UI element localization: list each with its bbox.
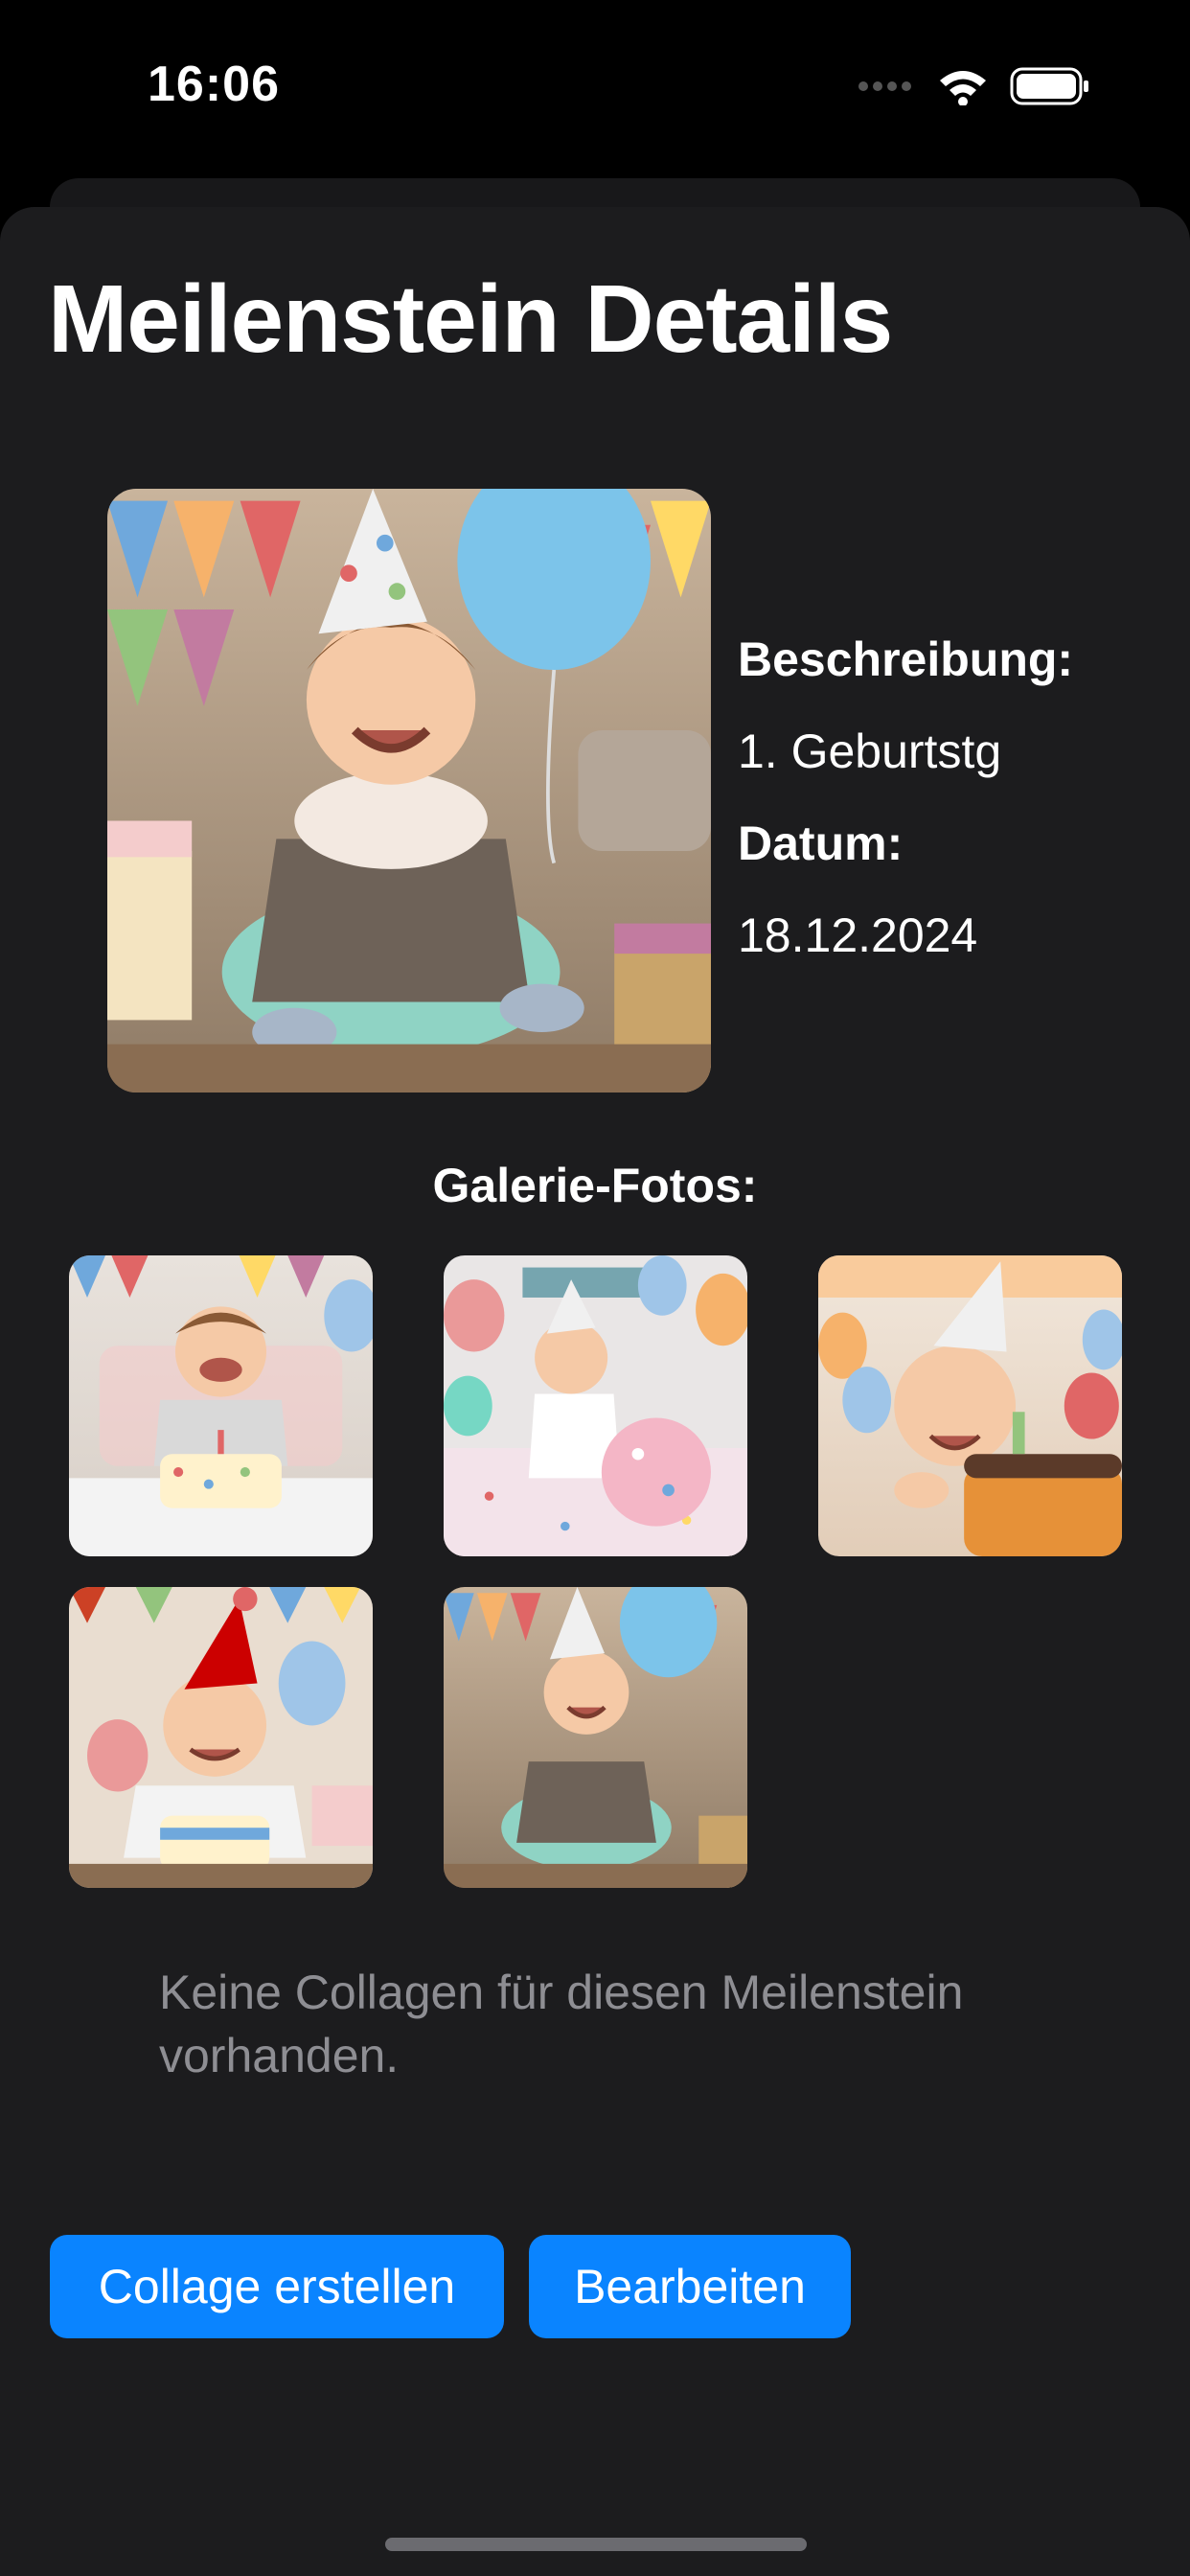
date-value: 18.12.2024 (738, 908, 978, 962)
create-collage-label: Collage erstellen (98, 2260, 456, 2313)
create-collage-button[interactable]: Collage erstellen (50, 2235, 504, 2338)
gallery-photo[interactable] (69, 1255, 373, 1556)
baby-birthday-illustration (107, 489, 711, 1092)
baby-birthday-illustration (444, 1587, 747, 1888)
milestone-main-photo[interactable] (107, 489, 711, 1092)
battery-icon (1010, 67, 1090, 110)
edit-label: Bearbeiten (574, 2260, 806, 2313)
baby-red-hat-illustration (69, 1587, 373, 1888)
status-icons (857, 67, 1090, 110)
baby-cake-illustration (69, 1255, 373, 1556)
baby-smile-cake-illustration (818, 1255, 1122, 1556)
home-indicator[interactable] (385, 2538, 807, 2551)
status-bar: 16:06 (0, 0, 1190, 172)
page-title: Meilenstein Details (48, 265, 893, 373)
description-value: 1. Geburtstg (738, 724, 1002, 778)
milestone-details: Beschreibung: 1. Geburtstg Datum: 18.12.… (738, 613, 1073, 981)
gallery-photo[interactable] (69, 1587, 373, 1888)
wifi-icon (937, 67, 989, 110)
no-collages-message: Keine Collagen für diesen Meilenstein vo… (159, 1966, 964, 2082)
gallery-title: Galerie-Fotos: (432, 1159, 758, 1212)
gallery-photo[interactable] (444, 1587, 747, 1888)
edit-button[interactable]: Bearbeiten (529, 2235, 851, 2338)
description-label: Beschreibung: (738, 632, 1074, 686)
gallery-photo[interactable] (444, 1255, 747, 1556)
cellular-dots-icon (857, 80, 916, 98)
date-label: Datum: (738, 816, 904, 870)
baby-balloons-illustration (444, 1255, 747, 1556)
status-time: 16:06 (148, 57, 280, 112)
gallery-photo[interactable] (818, 1255, 1122, 1556)
